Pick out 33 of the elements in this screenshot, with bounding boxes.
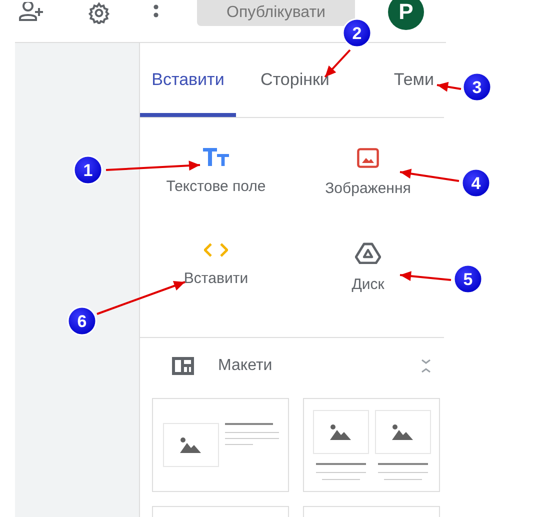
- text-lines-icon: [378, 462, 428, 480]
- tab[interactable]: Сторінки: [236, 47, 354, 117]
- image-icon: [392, 424, 414, 440]
- callout-marker: 5: [453, 264, 483, 294]
- section-title: Макети: [218, 357, 274, 375]
- image-icon: [330, 424, 352, 440]
- text-lines-icon: [316, 462, 366, 480]
- tab[interactable]: Вставити: [140, 47, 236, 117]
- callout-marker: 3: [462, 72, 492, 102]
- triangle-icon[interactable]: [355, 242, 381, 264]
- image-icon[interactable]: [357, 148, 379, 168]
- item-label[interactable]: Диск: [352, 276, 384, 293]
- settings-icon[interactable]: [87, 2, 111, 24]
- avatar[interactable]: P: [388, 0, 424, 30]
- arrow: [436, 82, 462, 92]
- text-lines-icon: [224, 423, 278, 447]
- image-icon: [180, 437, 202, 453]
- item-label[interactable]: Зображення: [325, 180, 411, 197]
- layout-icon: [172, 357, 194, 375]
- item-label[interactable]: Текстове поле: [166, 178, 266, 195]
- arrow: [400, 168, 460, 182]
- add-person-icon[interactable]: [19, 2, 45, 22]
- layout-card[interactable]: [303, 398, 440, 492]
- arrow: [400, 271, 452, 282]
- callout-marker: 2: [342, 18, 372, 48]
- text-style-icon[interactable]: [203, 148, 229, 166]
- collapse-icon[interactable]: [420, 358, 432, 374]
- callout-marker: 6: [67, 306, 97, 336]
- code-icon[interactable]: [204, 242, 228, 258]
- callout-marker: 4: [461, 168, 491, 198]
- item-label[interactable]: Вставити: [184, 270, 248, 287]
- tab[interactable]: Теми: [354, 47, 444, 117]
- callout-marker: 1: [73, 155, 103, 185]
